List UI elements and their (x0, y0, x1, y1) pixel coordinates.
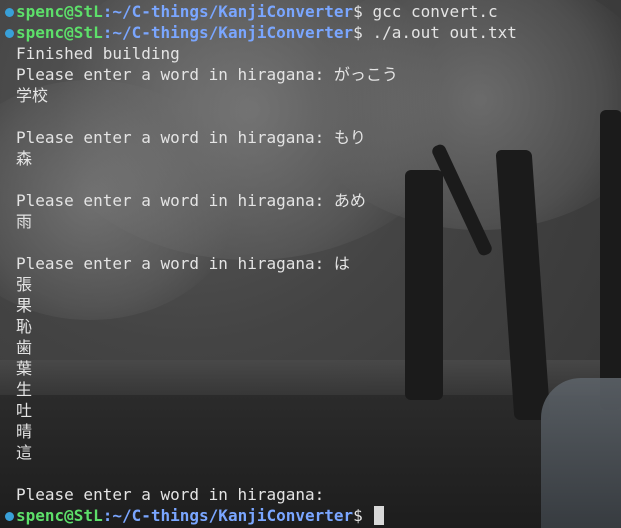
prompt-line: spenc@StL: ~/C-things/KanjiConverter $ ./a… (0, 22, 517, 43)
output-text: 森 (16, 149, 33, 168)
prompt-path: ~/C-things/KanjiConverter (112, 23, 354, 42)
prompt-marker-dot-icon (4, 512, 14, 521)
prompt-line: spenc@StL: ~/C-things/KanjiConverter $ gcc… (0, 1, 517, 22)
output-line: Finished building (0, 43, 517, 64)
output-line: 晴 (0, 421, 517, 442)
prompt-user-host: spenc@StL (16, 506, 103, 525)
output-line: Please enter a word in hiragana: (0, 484, 517, 505)
output-line: Please enter a word in hiragana: は (0, 253, 517, 274)
terminal-output: spenc@StL: ~/C-things/KanjiConverter $ gcc… (0, 1, 517, 526)
prompt-marker-icon (0, 1, 16, 22)
prompt-marker-dot-icon (4, 29, 14, 38)
command-text: ./a.out out.txt (362, 23, 517, 42)
output-text: 果 (16, 296, 33, 315)
terminal-window[interactable]: spenc@StL: ~/C-things/KanjiConverter $ gcc… (0, 0, 621, 528)
output-text: 晴 (16, 422, 33, 441)
prompt-symbol: $ (353, 506, 363, 525)
output-line: Please enter a word in hiragana: もり (0, 127, 517, 148)
output-line: 這 (0, 442, 517, 463)
output-line: 学校 (0, 85, 517, 106)
prompt-marker-icon (0, 505, 16, 526)
output-text: 歯 (16, 338, 33, 357)
output-line (0, 106, 517, 127)
output-line: Please enter a word in hiragana: がっこう (0, 64, 517, 85)
output-line: 恥 (0, 316, 517, 337)
output-text: Please enter a word in hiragana: (16, 485, 334, 504)
output-text: Please enter a word in hiragana: あめ (16, 191, 366, 210)
output-text: 恥 (16, 317, 33, 336)
output-line: 果 (0, 295, 517, 316)
block-cursor-icon[interactable] (374, 506, 385, 525)
prompt-separator: : (102, 2, 113, 21)
output-text: 吐 (16, 401, 33, 420)
output-line: Please enter a word in hiragana: あめ (0, 190, 517, 211)
prompt-separator: : (102, 506, 113, 525)
output-line (0, 169, 517, 190)
prompt-separator: : (102, 23, 113, 42)
output-line: 張 (0, 274, 517, 295)
prompt-marker-icon (0, 22, 16, 43)
output-line: 生 (0, 379, 517, 400)
prompt-symbol: $ (353, 23, 363, 42)
output-line: 吐 (0, 400, 517, 421)
output-line (0, 463, 517, 484)
prompt-user-host: spenc@StL (16, 23, 103, 42)
command-text (363, 505, 373, 526)
prompt-user-host: spenc@StL (16, 2, 103, 21)
output-line: 歯 (0, 337, 517, 358)
output-line: 葉 (0, 358, 517, 379)
output-text: 這 (16, 443, 33, 462)
prompt-marker-dot-icon (4, 8, 14, 17)
wallpaper-statue (541, 378, 621, 528)
output-text: 張 (16, 275, 33, 294)
output-text: Please enter a word in hiragana: は (16, 254, 350, 273)
output-line (0, 232, 517, 253)
output-text: 葉 (16, 359, 33, 378)
prompt-line: spenc@StL: ~/C-things/KanjiConverter $ (0, 505, 517, 526)
output-text: 雨 (16, 212, 33, 231)
output-line: 森 (0, 148, 517, 169)
output-text: 生 (16, 380, 33, 399)
output-line: 雨 (0, 211, 517, 232)
output-text: 学校 (16, 86, 49, 105)
prompt-path: ~/C-things/KanjiConverter (112, 2, 354, 21)
output-text: Finished building (16, 44, 180, 63)
prompt-path: ~/C-things/KanjiConverter (112, 506, 354, 525)
output-text: Please enter a word in hiragana: がっこう (16, 65, 398, 84)
prompt-symbol: $ (353, 2, 363, 21)
command-text: gcc convert.c (362, 2, 498, 21)
wallpaper-tree-trunk (600, 110, 621, 410)
output-text: Please enter a word in hiragana: もり (16, 128, 366, 147)
